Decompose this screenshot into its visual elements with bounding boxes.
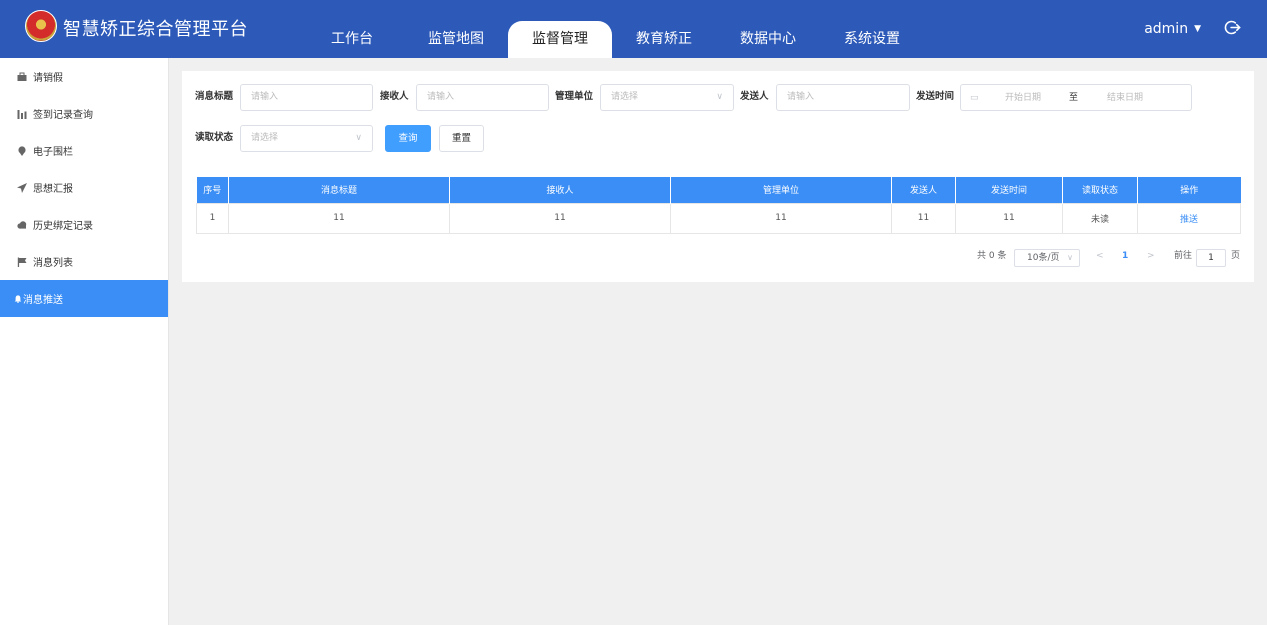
sidebar-item-label: 消息列表 bbox=[33, 258, 73, 269]
send-time-filter-label: 发送时间 bbox=[916, 91, 955, 102]
main-nav: 工作台 监管地图 监督管理 教育矫正 数据中心 系统设置 bbox=[300, 21, 924, 58]
page-unit-label: 页 bbox=[1231, 251, 1241, 261]
briefcase-icon bbox=[17, 72, 27, 81]
read-status-select[interactable]: 请选择 ∨ bbox=[240, 125, 373, 152]
sidebar-item-label: 消息推送 bbox=[23, 295, 63, 306]
table-header-row: 序号 消息标题 接收人 管理单位 发送人 发送时间 读取状态 操作 bbox=[196, 177, 1241, 203]
send-time-range-picker[interactable]: ▭ 开始日期 至 结束日期 bbox=[960, 84, 1192, 111]
sidebar-item-label: 请销假 bbox=[33, 73, 63, 84]
cell-send-time: 11 bbox=[955, 202, 1063, 234]
sidebar-item-label: 历史绑定记录 bbox=[33, 221, 93, 232]
unit-select-placeholder: 请选择 bbox=[611, 92, 639, 102]
chevron-down-icon: ∨ bbox=[355, 133, 362, 143]
column-header: 管理单位 bbox=[670, 177, 892, 203]
cell-actions: 推送 bbox=[1137, 202, 1241, 234]
table-row: 1 11 11 11 11 11 未读 推送 bbox=[196, 202, 1241, 234]
cloud-icon bbox=[17, 220, 27, 229]
flag-icon bbox=[17, 257, 27, 267]
sidebar-item-label: 电子围栏 bbox=[33, 147, 73, 158]
range-separator: 至 bbox=[1069, 93, 1079, 103]
location-pin-icon bbox=[18, 145, 26, 156]
goto-page-input[interactable]: 1 bbox=[1196, 249, 1226, 267]
nav-data-center[interactable]: 数据中心 bbox=[716, 21, 820, 58]
cell-title: 11 bbox=[228, 202, 450, 234]
read-status-placeholder: 请选择 bbox=[251, 133, 279, 143]
send-icon bbox=[17, 182, 27, 193]
title-filter-label: 消息标题 bbox=[195, 91, 234, 102]
push-link[interactable]: 推送 bbox=[1180, 215, 1198, 225]
page-number-current[interactable]: 1 bbox=[1122, 250, 1128, 262]
column-header: 序号 bbox=[196, 177, 229, 203]
nav-education-correction[interactable]: 教育矫正 bbox=[612, 21, 716, 58]
nav-workbench[interactable]: 工作台 bbox=[300, 21, 404, 58]
column-header: 发送人 bbox=[891, 177, 956, 203]
caret-down-icon: ▼ bbox=[1194, 24, 1201, 34]
column-header: 操作 bbox=[1137, 177, 1241, 203]
read-status-filter-label: 读取状态 bbox=[195, 132, 234, 143]
user-menu[interactable]: admin ▼ bbox=[1144, 21, 1201, 37]
bar-chart-icon bbox=[17, 109, 27, 119]
sidebar-item-thought-report[interactable]: 思想汇报 bbox=[0, 169, 168, 206]
end-date-input[interactable]: 结束日期 bbox=[1107, 92, 1143, 104]
column-header: 接收人 bbox=[449, 177, 671, 203]
start-date-input[interactable]: 开始日期 bbox=[1005, 92, 1041, 104]
sidebar-item-checkin-records[interactable]: 签到记录查询 bbox=[0, 95, 168, 132]
cell-index: 1 bbox=[196, 202, 229, 234]
sidebar-item-message-list[interactable]: 消息列表 bbox=[0, 243, 168, 280]
main-panel: 消息标题 请输入 接收人 请输入 管理单位 请选择 ∨ 发送人 请输入 发送时间… bbox=[182, 71, 1254, 282]
cell-sender: 11 bbox=[891, 202, 956, 234]
next-page-button[interactable]: > bbox=[1147, 250, 1155, 262]
bell-icon bbox=[14, 294, 22, 303]
unit-filter-label: 管理单位 bbox=[555, 91, 594, 102]
prev-page-button[interactable]: < bbox=[1096, 250, 1104, 262]
unit-select[interactable]: 请选择 ∨ bbox=[600, 84, 734, 111]
receiver-filter-label: 接收人 bbox=[380, 91, 409, 102]
sender-filter-label: 发送人 bbox=[740, 91, 769, 102]
cell-read-status: 未读 bbox=[1062, 202, 1138, 234]
column-header: 发送时间 bbox=[955, 177, 1063, 203]
nav-supervision-map[interactable]: 监管地图 bbox=[404, 21, 508, 58]
page-size-value: 10条/页 bbox=[1027, 253, 1060, 263]
sidebar-item-leave[interactable]: 请销假 bbox=[0, 58, 168, 95]
username: admin bbox=[1144, 21, 1189, 37]
sidebar-item-message-push[interactable]: 消息推送 bbox=[0, 280, 168, 317]
reset-button[interactable]: 重置 bbox=[439, 125, 484, 152]
sidebar-item-label: 思想汇报 bbox=[33, 184, 73, 195]
sidebar-item-geofence[interactable]: 电子围栏 bbox=[0, 132, 168, 169]
goto-label: 前往 bbox=[1174, 251, 1193, 261]
cell-receiver: 11 bbox=[449, 202, 671, 234]
app-title: 智慧矫正综合管理平台 bbox=[63, 19, 248, 40]
pagination-total: 共 0 条 bbox=[977, 251, 1007, 261]
calendar-icon: ▭ bbox=[970, 93, 979, 103]
chevron-down-icon: ∨ bbox=[716, 92, 723, 102]
chevron-down-icon: ∨ bbox=[1067, 253, 1073, 262]
column-header: 读取状态 bbox=[1062, 177, 1138, 203]
emblem-logo bbox=[25, 10, 57, 42]
sidebar-item-binding-history[interactable]: 历史绑定记录 bbox=[0, 206, 168, 243]
sidebar: 请销假 签到记录查询 电子围栏 思想汇报 历史绑定记录 消息列表 消息推送 bbox=[0, 58, 169, 625]
nav-supervision-management[interactable]: 监督管理 bbox=[508, 21, 612, 58]
sender-input[interactable]: 请输入 bbox=[776, 84, 910, 111]
page-size-select[interactable]: 10条/页 ∨ bbox=[1014, 249, 1080, 267]
column-header: 消息标题 bbox=[228, 177, 450, 203]
sidebar-item-label: 签到记录查询 bbox=[33, 110, 93, 121]
logout-icon[interactable] bbox=[1224, 19, 1241, 36]
receiver-input[interactable]: 请输入 bbox=[416, 84, 549, 111]
message-table: 序号 消息标题 接收人 管理单位 发送人 发送时间 读取状态 操作 1 11 1… bbox=[196, 177, 1241, 234]
search-button[interactable]: 查询 bbox=[385, 125, 431, 152]
cell-unit: 11 bbox=[670, 202, 892, 234]
top-header: 智慧矫正综合管理平台 工作台 监管地图 监督管理 教育矫正 数据中心 系统设置 … bbox=[0, 0, 1267, 58]
title-input[interactable]: 请输入 bbox=[240, 84, 373, 111]
nav-system-settings[interactable]: 系统设置 bbox=[820, 21, 924, 58]
